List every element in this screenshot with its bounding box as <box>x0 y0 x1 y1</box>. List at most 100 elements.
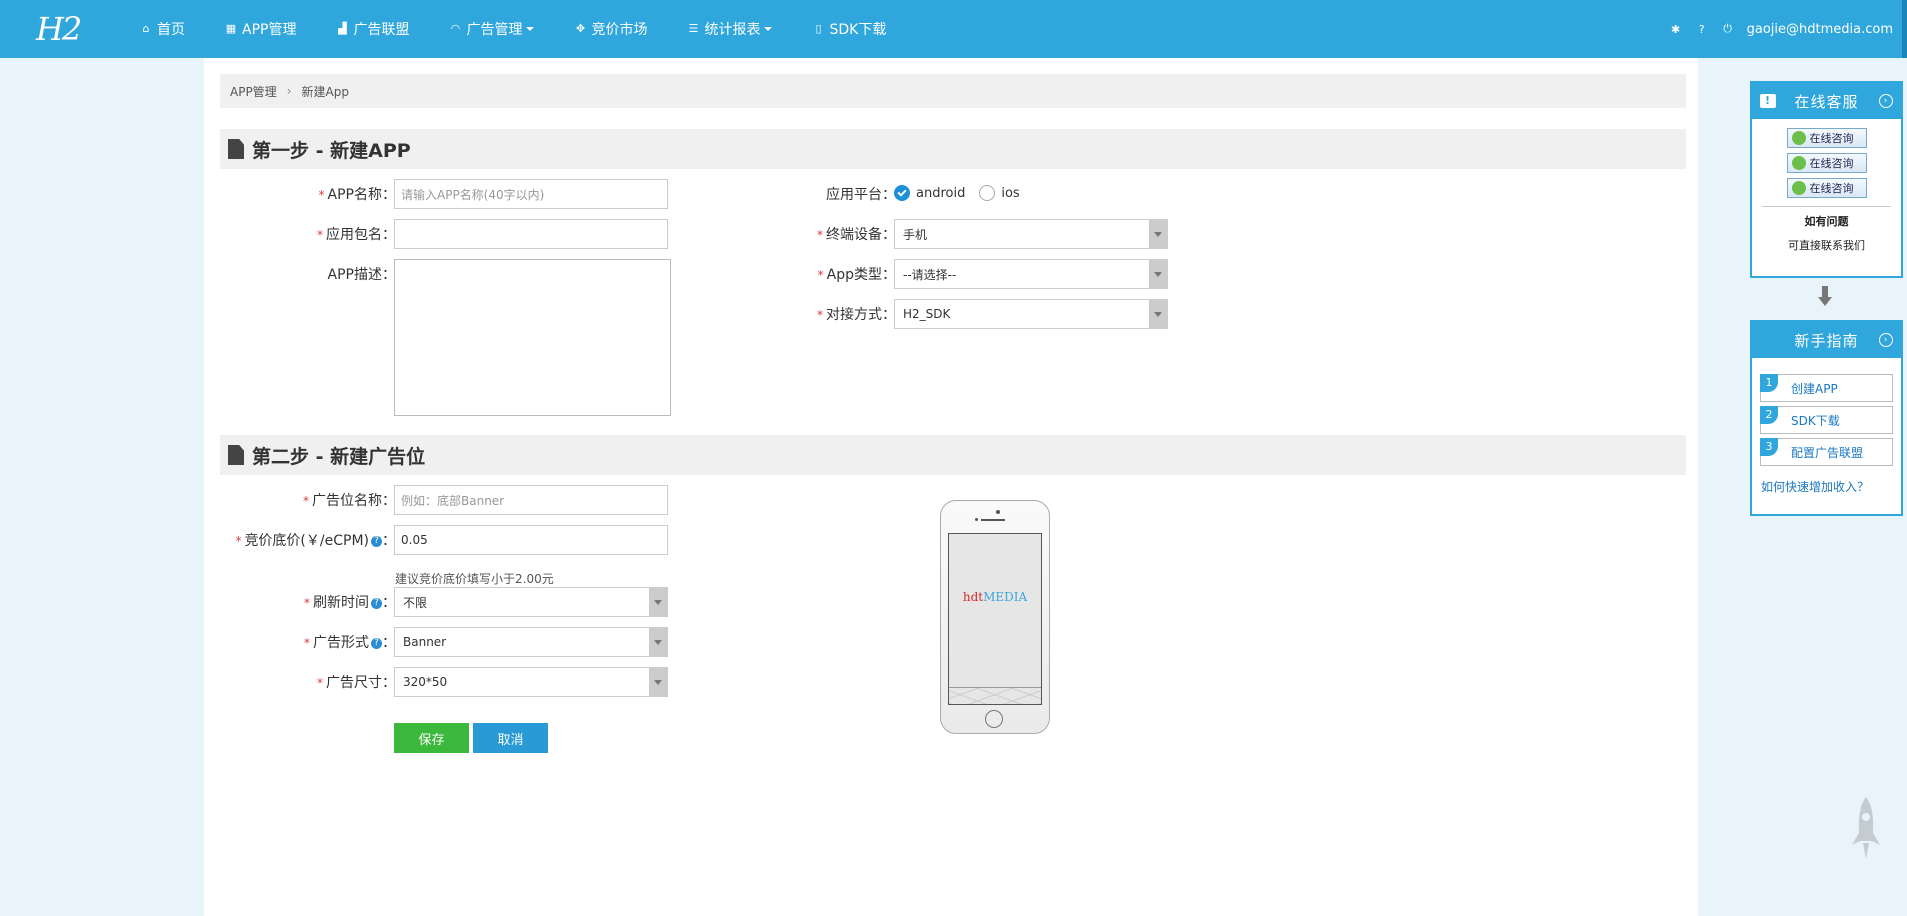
app-type-select-value: --请选择-- <box>903 267 957 282</box>
arrow-down-icon <box>1818 286 1832 306</box>
help-icon[interactable]: ? <box>371 535 382 547</box>
question-subtitle: 可直接联系我们 <box>1788 239 1865 252</box>
beginner-guide-panel: 新手指南 › 1 创建APP 2 SDK下载 3 配置广告联盟 如何快速增加收入… <box>1750 320 1903 516</box>
top-navbar: H2 ⌂ 首页 ▦ APP管理 ▟ 广告联盟 ◠ 广告管理 ✥ 竞价市场 ☰ 统… <box>0 0 1907 58</box>
slot-name-input[interactable]: 例如：底部Banner <box>394 485 668 515</box>
logo[interactable]: H2 <box>36 10 82 48</box>
nav-ad-manage[interactable]: ◠ 广告管理 <box>449 19 535 39</box>
required-mark: * <box>304 636 310 650</box>
radio-ios-label: ios <box>1001 185 1020 201</box>
consult-button-3[interactable]: 在线咨询 <box>1786 178 1867 198</box>
app-type-select[interactable]: --请选择-- <box>894 259 1168 289</box>
nav-sdk-download[interactable]: ▯ SDK下载 <box>812 19 886 39</box>
qq-icon <box>1791 156 1806 170</box>
size-select[interactable]: 320*50 <box>394 667 668 697</box>
consult-button-2[interactable]: 在线咨询 <box>1786 153 1867 173</box>
required-mark: * <box>303 494 309 508</box>
app-name-label: * APP名称： <box>264 184 396 204</box>
main-nav: ⌂ 首页 ▦ APP管理 ▟ 广告联盟 ◠ 广告管理 ✥ 竞价市场 ☰ 统计报表… <box>140 0 926 58</box>
nav-home-label: 首页 <box>157 22 185 38</box>
consult-button-1[interactable]: 在线咨询 <box>1786 128 1867 148</box>
guide-step-number: 2 <box>1760 406 1778 424</box>
question-title: 如有问题 <box>1804 215 1849 228</box>
breadcrumb-current: 新建App <box>301 84 349 99</box>
required-mark: * <box>817 268 824 282</box>
integration-select[interactable]: H2_SDK <box>894 299 1168 329</box>
brand-blue: MEDIA <box>983 590 1028 604</box>
floor-price-input[interactable]: 0.05 <box>394 525 668 555</box>
app-name-input[interactable]: 请输入APP名称(40字以内) <box>394 179 668 209</box>
home-icon: ⌂ <box>142 22 150 35</box>
required-mark: * <box>317 676 323 690</box>
power-icon[interactable]: ⏻ <box>1721 22 1735 36</box>
user-email[interactable]: gaojie@hdtmedia.com <box>1747 22 1893 37</box>
refresh-select-value: 不限 <box>403 595 428 610</box>
nav-reports[interactable]: ☰ 统计报表 <box>687 19 773 39</box>
guide-step-number: 1 <box>1760 374 1778 392</box>
help-icon[interactable]: ? <box>1695 22 1709 36</box>
step2-header: 第二步 - 新建广告位 <box>220 435 1686 475</box>
desc-label: APP描述： <box>327 267 396 283</box>
chevron-right-icon[interactable]: › <box>1879 94 1893 108</box>
format-label: * 广告形式?： <box>224 632 396 652</box>
required-mark: * <box>317 228 323 242</box>
chevron-down-icon <box>1149 260 1167 288</box>
gear-icon[interactable]: ✱ <box>1669 22 1683 36</box>
required-mark: * <box>817 228 823 242</box>
list-icon: ☰ <box>688 22 699 35</box>
breadcrumb-separator: › <box>286 84 292 98</box>
nav-home[interactable]: ⌂ 首页 <box>140 19 186 39</box>
consult-list: 在线咨询 在线咨询 在线咨询 <box>1752 119 1901 198</box>
integration-select-value: H2_SDK <box>903 307 951 321</box>
required-mark: * <box>817 308 823 322</box>
help-icon[interactable]: ? <box>371 637 382 649</box>
format-select[interactable]: Banner <box>394 627 668 657</box>
breadcrumb: APP管理 › 新建App <box>220 74 1686 108</box>
integration-label: * 对接方式： <box>764 304 896 324</box>
guide-item-sdk-download[interactable]: 2 SDK下载 <box>1760 406 1893 434</box>
rocket-icon[interactable] <box>1852 797 1880 859</box>
refresh-select[interactable]: 不限 <box>394 587 668 617</box>
divider <box>1762 206 1891 207</box>
breadcrumb-root[interactable]: APP管理 <box>230 83 277 100</box>
banner-placeholder <box>949 687 1041 704</box>
chevron-right-icon[interactable]: › <box>1879 333 1893 347</box>
phone-home-button <box>985 710 1003 728</box>
radio-android[interactable] <box>894 185 910 201</box>
cancel-button[interactable]: 取消 <box>473 723 548 753</box>
size-label-text: 广告尺寸： <box>326 675 396 691</box>
nav-bid-market[interactable]: ✥ 竞价市场 <box>574 19 648 39</box>
app-type-label-text: App类型： <box>826 267 896 283</box>
floor-price-label: * 竞价底价(￥/eCPM)?： <box>214 530 396 550</box>
guide-link[interactable]: 如何快速增加收入？ <box>1761 478 1901 495</box>
help-icon[interactable]: ? <box>371 597 382 609</box>
guide-item-label: 创建APP <box>1791 381 1838 396</box>
preview-brand-logo: hdtMEDIA <box>949 590 1041 604</box>
guide-item-configure-union[interactable]: 3 配置广告联盟 <box>1760 438 1893 466</box>
nav-bid-market-label: 竞价市场 <box>591 22 648 38</box>
radio-ios[interactable] <box>979 185 996 201</box>
size-label: * 广告尺寸： <box>224 672 396 692</box>
qq-icon <box>1791 181 1806 195</box>
chevron-down-icon <box>649 668 667 696</box>
guide-item-create-app[interactable]: 1 创建APP <box>1760 374 1893 402</box>
format-label-text: 广告形式 <box>313 635 369 651</box>
save-button[interactable]: 保存 <box>394 723 469 753</box>
device-select[interactable]: 手机 <box>894 219 1168 249</box>
nav-ad-manage-label: 广告管理 <box>466 22 523 38</box>
scrollbar[interactable] <box>1902 0 1907 58</box>
desc-textarea[interactable] <box>394 259 671 416</box>
nav-ad-union[interactable]: ▟ 广告联盟 <box>336 19 409 39</box>
service-title: 在线客服 <box>1794 92 1859 111</box>
guide-item-label: SDK下载 <box>1791 413 1840 428</box>
nav-app-manage[interactable]: ▦ APP管理 <box>225 19 297 39</box>
package-label: * 应用包名： <box>264 224 396 244</box>
guide-step-number: 3 <box>1760 438 1778 456</box>
app-type-label: * App类型： <box>764 264 896 284</box>
phone-screen: hdtMEDIA <box>948 533 1042 705</box>
package-input[interactable] <box>394 219 668 249</box>
format-select-value: Banner <box>403 635 447 649</box>
main-panel: APP管理 › 新建App 第一步 - 新建APP * APP名称： 请输入APP… <box>204 58 1698 916</box>
floor-price-hint: 建议竞价底价填写小于2.00元 <box>395 572 554 586</box>
grid-icon: ▦ <box>225 22 237 35</box>
